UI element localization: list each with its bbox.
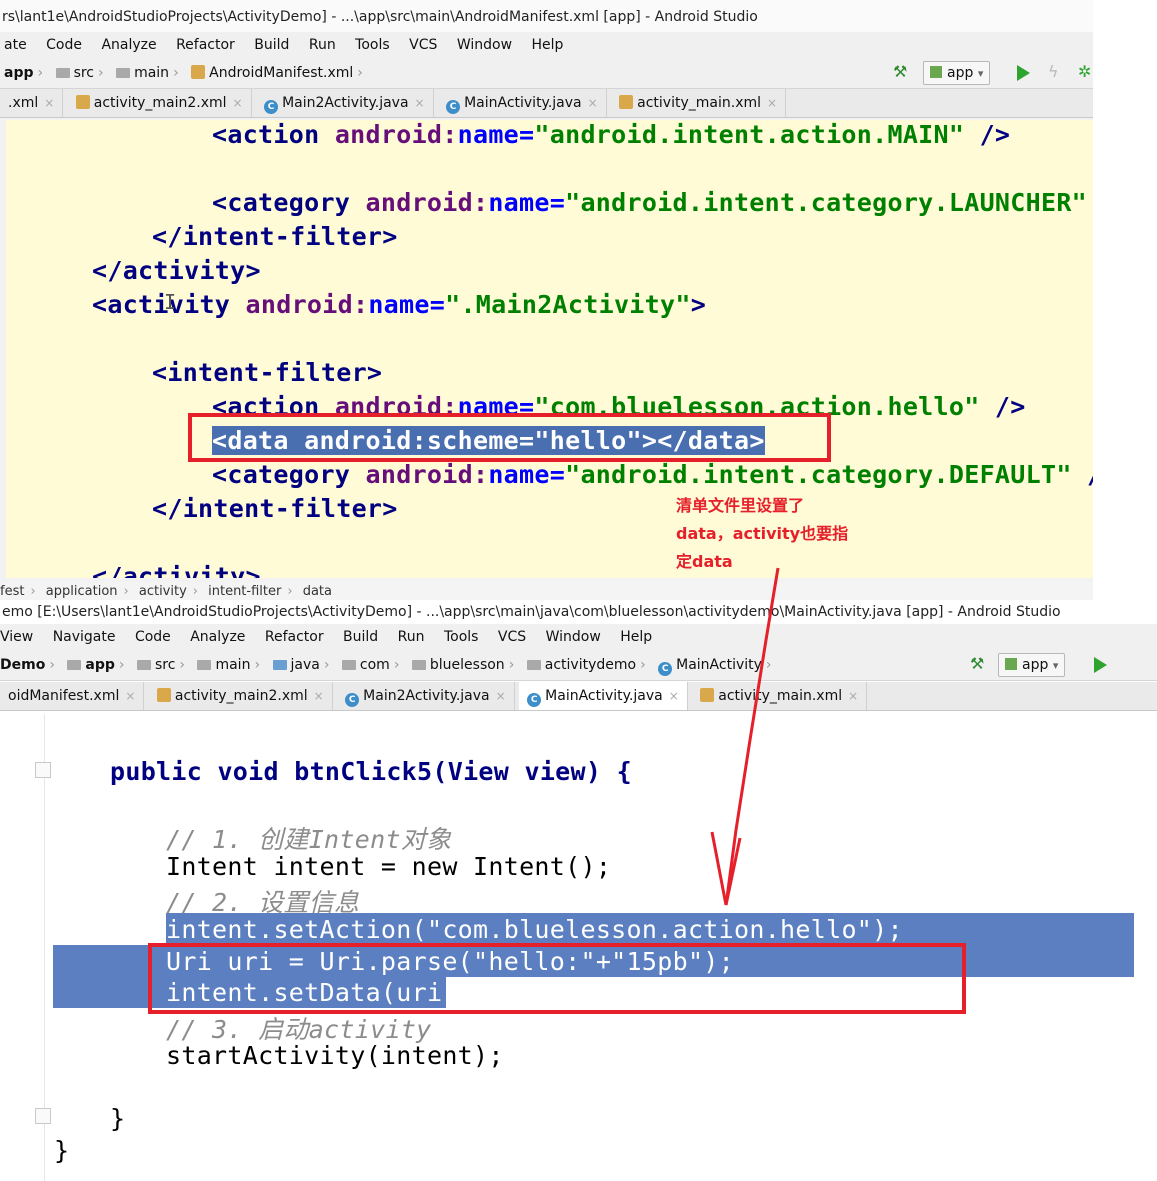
annotation-arrow [710, 567, 780, 906]
